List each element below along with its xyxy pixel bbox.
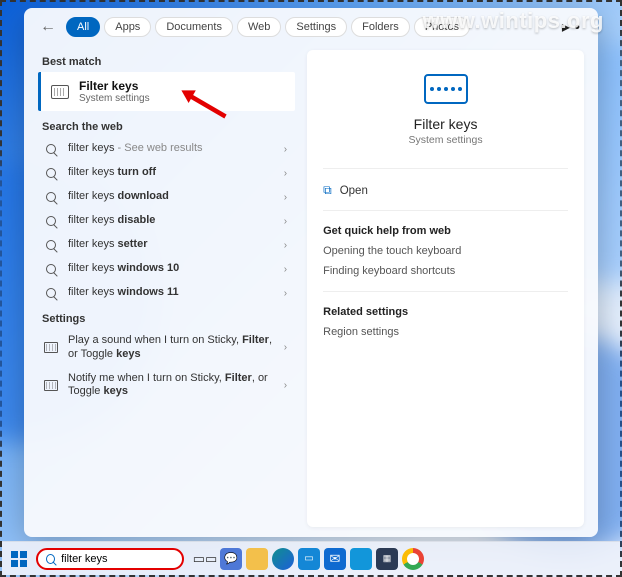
chevron-right-icon: › (284, 168, 289, 179)
related-link[interactable]: Region settings (323, 322, 568, 342)
chevron-right-icon: › (284, 264, 289, 275)
web-result-item[interactable]: filter keys turn off › (38, 161, 295, 185)
tab-all[interactable]: All (66, 17, 100, 37)
keyboard-icon (44, 341, 58, 355)
back-arrow-icon[interactable]: ← (34, 14, 62, 40)
search-icon (44, 262, 58, 276)
settings-result-item[interactable]: Play a sound when I turn on Sticky, Filt… (38, 329, 295, 367)
taskview-icon[interactable]: ▭▭ (194, 548, 216, 570)
web-result-item[interactable]: filter keys disable › (38, 209, 295, 233)
tab-settings[interactable]: Settings (285, 17, 347, 37)
search-icon (44, 214, 58, 228)
search-icon (44, 190, 58, 204)
watermark-text: www.wintips.org (423, 8, 604, 34)
web-result-item[interactable]: filter keys windows 11 › (38, 281, 295, 305)
chrome-icon[interactable] (402, 548, 424, 570)
results-column: Best match Filter keys System settings S… (38, 50, 295, 527)
search-popup: ← All Apps Documents Web Settings Folder… (24, 8, 598, 537)
start-button[interactable] (8, 548, 30, 570)
search-web-label: Search the web (42, 121, 295, 133)
settings-result-item[interactable]: Notify me when I turn on Sticky, Filter,… (38, 367, 295, 405)
best-match-item[interactable]: Filter keys System settings (38, 72, 295, 111)
tab-documents[interactable]: Documents (155, 17, 233, 37)
chevron-right-icon: › (284, 288, 289, 299)
chevron-right-icon: › (284, 240, 289, 251)
mail-icon[interactable]: ✉ (324, 548, 346, 570)
keyboard-app-icon (424, 74, 468, 104)
web-result-item[interactable]: filter keys download › (38, 185, 295, 209)
quick-link[interactable]: Opening the touch keyboard (323, 241, 568, 261)
chevron-right-icon: › (284, 192, 289, 203)
best-match-label: Best match (42, 56, 295, 68)
chevron-right-icon: › (284, 380, 289, 391)
preview-subtitle: System settings (323, 134, 568, 146)
search-icon (46, 554, 55, 564)
chat-icon[interactable]: 💬 (220, 548, 242, 570)
keyboard-icon (44, 378, 58, 392)
web-result-item[interactable]: filter keys windows 10 › (38, 257, 295, 281)
edge-icon[interactable] (272, 548, 294, 570)
tab-apps[interactable]: Apps (104, 17, 151, 37)
web-result-item[interactable]: filter keys setter › (38, 233, 295, 257)
web-result-item[interactable]: filter keys - See web results › (38, 137, 295, 161)
explorer-icon[interactable] (246, 548, 268, 570)
best-match-title: Filter keys (79, 79, 150, 93)
search-icon (44, 238, 58, 252)
keyboard-icon (51, 85, 69, 99)
store-icon[interactable]: ▭ (298, 548, 320, 570)
open-action[interactable]: ⧉ Open (323, 179, 568, 202)
divider (323, 168, 568, 169)
open-external-icon: ⧉ (323, 183, 332, 198)
best-match-subtitle: System settings (79, 93, 150, 104)
search-icon (44, 166, 58, 180)
annotation-arrow (174, 85, 232, 121)
preview-pane: Filter keys System settings ⧉ Open Get q… (307, 50, 584, 527)
search-icon (44, 142, 58, 156)
calculator-icon[interactable]: ▦ (376, 548, 398, 570)
quick-help-label: Get quick help from web (323, 225, 568, 237)
divider (323, 210, 568, 211)
taskbar: ▭▭ 💬 ▭ ✉ ▦ (2, 541, 620, 575)
taskbar-search-input[interactable] (61, 553, 174, 565)
photos-icon[interactable] (350, 548, 372, 570)
tab-web[interactable]: Web (237, 17, 281, 37)
chevron-right-icon: › (284, 342, 289, 353)
preview-title: Filter keys (323, 116, 568, 132)
tab-folders[interactable]: Folders (351, 17, 410, 37)
quick-link[interactable]: Finding keyboard shortcuts (323, 261, 568, 281)
taskbar-search-box[interactable] (36, 548, 184, 570)
related-settings-label: Related settings (323, 306, 568, 318)
search-icon (44, 286, 58, 300)
chevron-right-icon: › (284, 144, 289, 155)
chevron-right-icon: › (284, 216, 289, 227)
settings-section-label: Settings (42, 313, 295, 325)
divider (323, 291, 568, 292)
